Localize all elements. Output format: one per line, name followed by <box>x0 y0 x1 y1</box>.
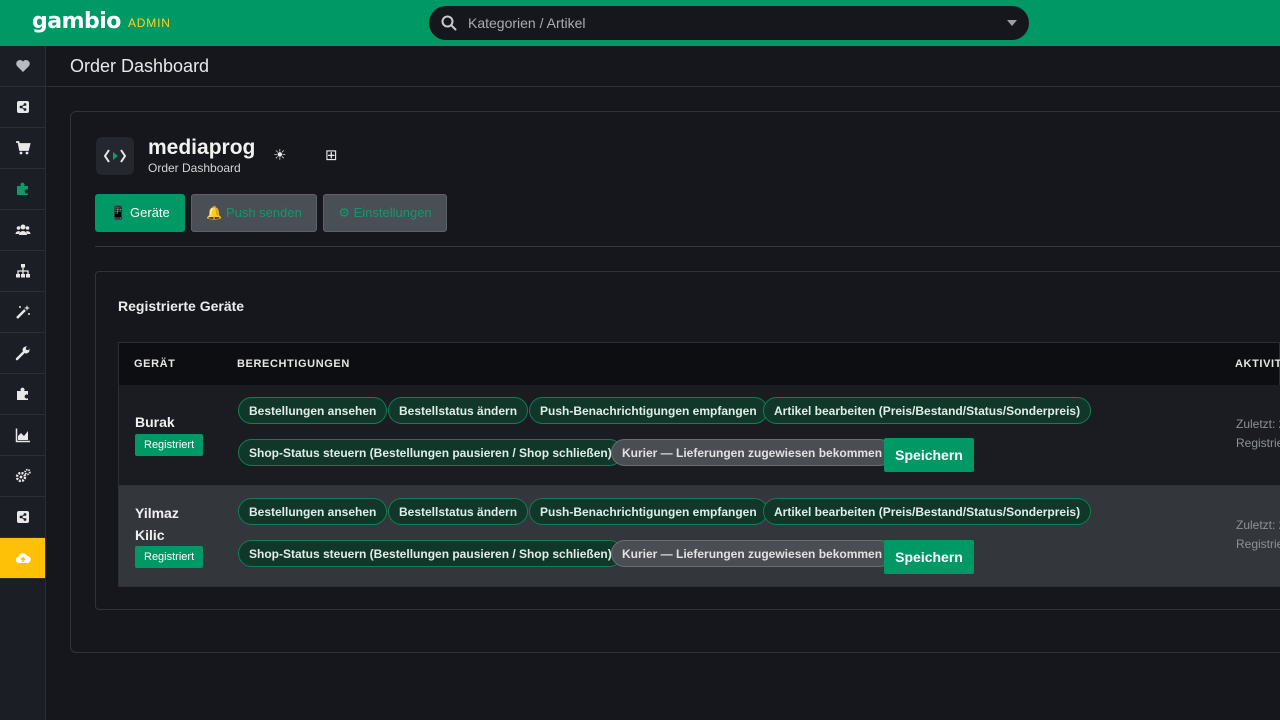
sidebar-item-cloud[interactable] <box>0 538 45 579</box>
column-header-activity: AKTIVIT <box>1235 358 1280 370</box>
sidebar-item-favorites[interactable] <box>0 46 45 87</box>
search-input[interactable]: Kategorien / Artikel <box>468 15 586 31</box>
cogs-icon <box>15 468 31 483</box>
puzzle-icon <box>16 182 28 195</box>
search-icon <box>441 15 457 31</box>
settings-tab-button[interactable]: ⚙ Einstellungen <box>323 194 447 232</box>
permission-toggle-shop-status[interactable]: Shop-Status steuern (Bestellungen pausie… <box>238 439 623 466</box>
sidebar <box>0 46 46 720</box>
users-icon <box>15 224 30 235</box>
layout-grid-icon[interactable]: ⊞ <box>325 146 338 164</box>
app-subtitle: Order Dashboard <box>148 161 241 175</box>
permission-toggle-push[interactable]: Push-Benachrichtigungen empfangen <box>529 498 768 525</box>
device-name: Burak <box>135 414 175 430</box>
save-button[interactable]: Speichern <box>884 540 974 574</box>
mediaprog-logo-icon <box>96 137 134 175</box>
device-name: Yilmaz <box>135 505 179 521</box>
column-header-device: GERÄT <box>134 358 176 370</box>
permission-toggle-push[interactable]: Push-Benachrichtigungen empfangen <box>529 397 768 424</box>
last-seen: Zuletzt: 2 <box>1236 518 1280 532</box>
sidebar-item-extensions[interactable] <box>0 374 45 415</box>
wrench-icon <box>15 346 29 361</box>
device-name-line2: Kilic <box>135 527 165 543</box>
permission-toggle-courier[interactable]: Kurier — Lieferungen zugewiesen bekommen <box>611 540 894 567</box>
last-seen: Zuletzt: 2 <box>1236 417 1280 431</box>
share-square-icon <box>16 511 29 523</box>
chevron-down-icon[interactable] <box>1007 20 1017 26</box>
app-name: mediaprog <box>148 136 256 159</box>
header-divider <box>46 86 1280 87</box>
sidebar-item-orders[interactable] <box>0 128 45 169</box>
permission-toggle-edit-articles[interactable]: Artikel bearbeiten (Preis/Bestand/Status… <box>763 397 1092 424</box>
sidebar-item-settings[interactable] <box>0 333 45 374</box>
sidebar-item-configuration[interactable] <box>0 456 45 497</box>
permission-toggle-change-status[interactable]: Bestellstatus ändern <box>388 498 529 525</box>
magic-wand-icon <box>15 305 30 319</box>
sidebar-item-customers[interactable] <box>0 210 45 251</box>
puzzle-piece-icon <box>16 387 28 400</box>
table-header: GERÄT BERECHTIGUNGEN AKTIVIT <box>118 342 1280 385</box>
tabs-divider <box>95 246 1280 247</box>
sidebar-item-tools[interactable] <box>0 292 45 333</box>
area-chart-icon <box>15 428 30 443</box>
top-bar: gambio ADMIN Kategorien / Artikel <box>0 0 1280 46</box>
sidebar-item-share-2[interactable] <box>0 497 45 538</box>
permission-toggle-edit-articles[interactable]: Artikel bearbeiten (Preis/Bestand/Status… <box>763 498 1092 525</box>
permission-toggle-view-orders[interactable]: Bestellungen ansehen <box>238 498 388 525</box>
search-box[interactable]: Kategorien / Artikel <box>429 6 1029 40</box>
cloud-upload-icon <box>15 553 31 564</box>
column-header-permissions: BERECHTIGUNGEN <box>237 358 350 370</box>
cart-icon <box>15 141 31 155</box>
save-button[interactable]: Speichern <box>884 438 974 472</box>
gambio-logo[interactable]: gambio <box>32 9 121 34</box>
page-title: Order Dashboard <box>70 56 210 76</box>
sidebar-item-statistics[interactable] <box>0 415 45 456</box>
status-badge: Registriert <box>135 434 204 456</box>
permission-toggle-shop-status[interactable]: Shop-Status steuern (Bestellungen pausie… <box>238 540 623 567</box>
registered-date: Registrie <box>1236 436 1280 450</box>
permission-toggle-change-status[interactable]: Bestellstatus ändern <box>388 397 529 424</box>
permission-toggle-view-orders[interactable]: Bestellungen ansehen <box>238 397 388 424</box>
sitemap-icon <box>15 264 30 278</box>
share-icon <box>16 101 29 113</box>
sidebar-item-share[interactable] <box>0 87 45 128</box>
heart-icon <box>15 60 30 72</box>
push-send-tab-button[interactable]: 🔔 Push senden <box>191 194 317 232</box>
devices-panel-title: Registrierte Geräte <box>118 298 245 314</box>
devices-tab-button[interactable]: 📱 Geräte <box>95 194 185 232</box>
permission-toggle-courier[interactable]: Kurier — Lieferungen zugewiesen bekommen <box>611 439 894 466</box>
sidebar-item-modules[interactable] <box>0 169 45 210</box>
theme-toggle-sun-icon[interactable]: ☀ <box>273 146 286 164</box>
table-row: Yilmaz Kilic Registriert Bestellungen an… <box>118 486 1280 587</box>
registered-date: Registrie <box>1236 537 1280 551</box>
sidebar-item-structure[interactable] <box>0 251 45 292</box>
table-row: Burak Registriert Bestellungen ansehen B… <box>118 385 1280 486</box>
status-badge: Registriert <box>135 546 204 568</box>
admin-label: ADMIN <box>128 16 171 30</box>
